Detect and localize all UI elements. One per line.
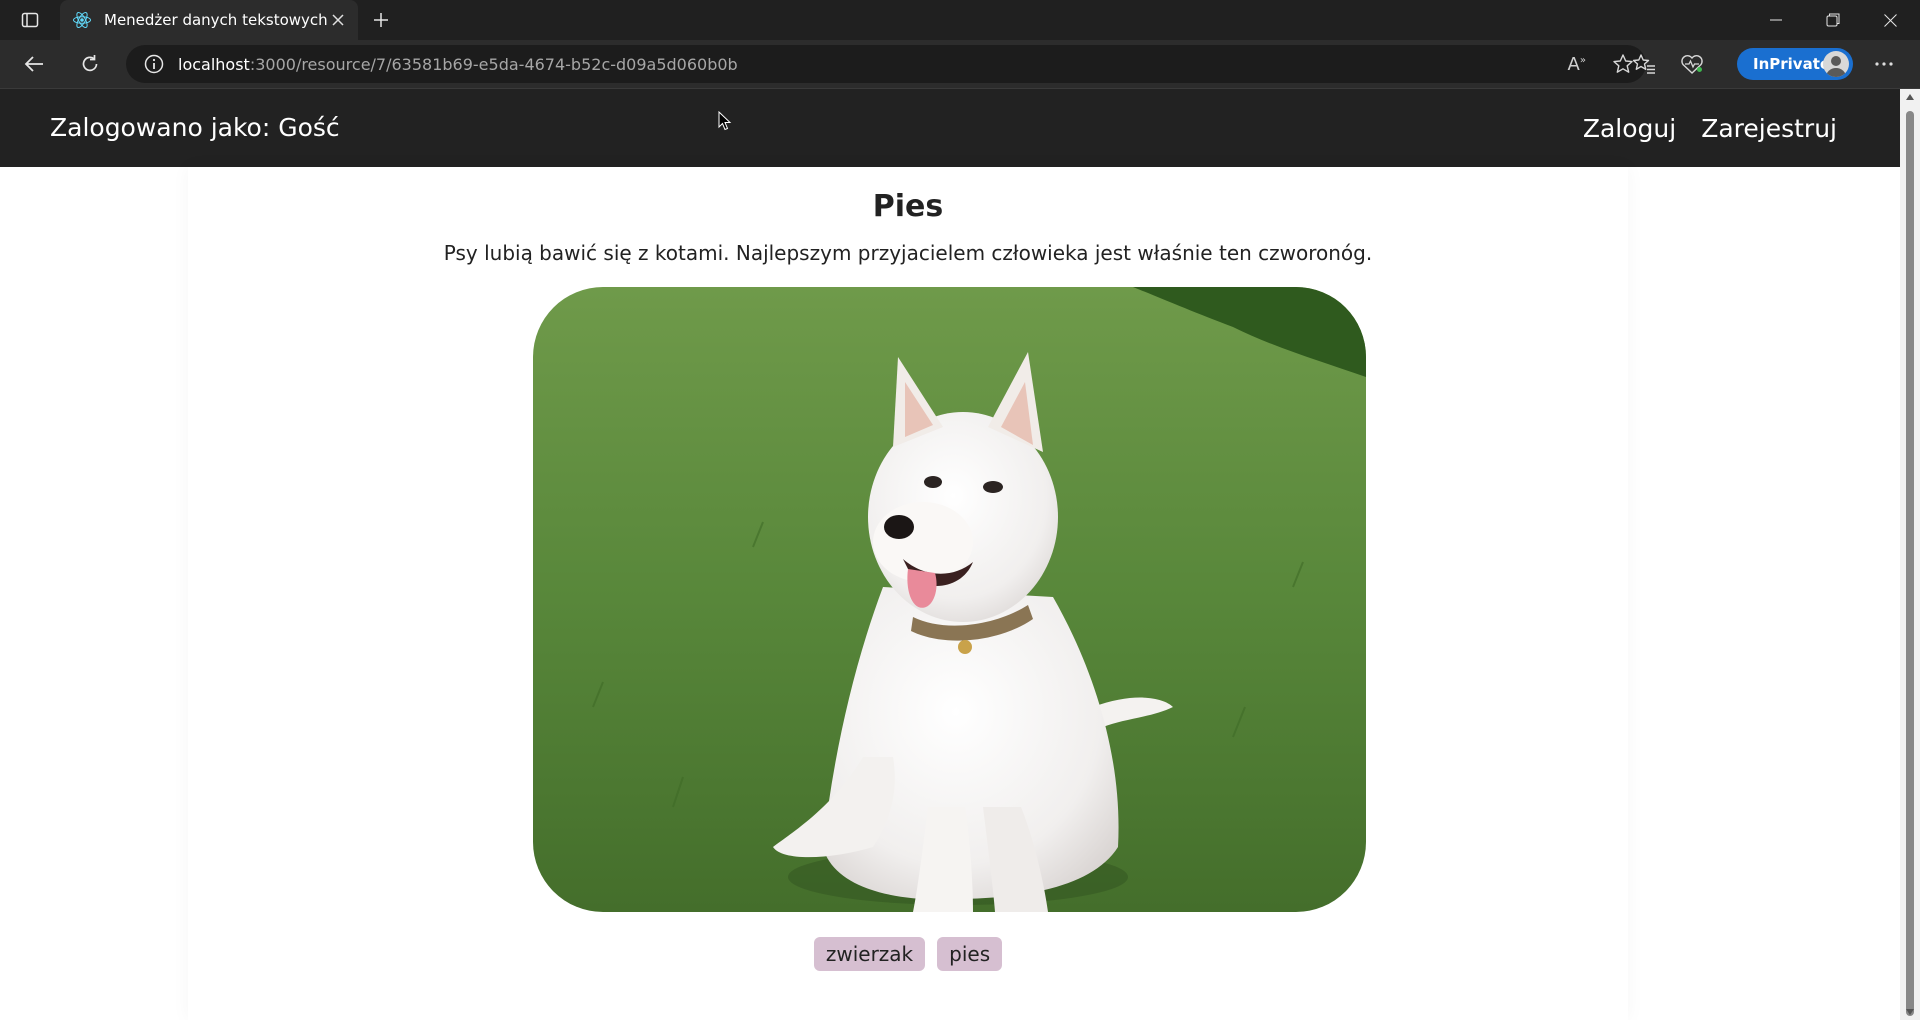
site-info-icon[interactable] (144, 54, 164, 74)
browser-essentials-icon[interactable] (1680, 53, 1704, 75)
favorite-star-icon[interactable] (1612, 53, 1634, 75)
tab-actions-icon[interactable] (10, 6, 50, 34)
url-path: :3000/resource/7/63581b69-e5da-4674-b52c… (249, 54, 738, 74)
react-favicon-icon (72, 10, 92, 30)
register-link[interactable]: Zarejestruj (1701, 114, 1837, 143)
favorites-list-icon[interactable] (1632, 53, 1656, 75)
login-link[interactable]: Zaloguj (1583, 114, 1676, 143)
tab-title: Menedżer danych tekstowych (104, 11, 328, 29)
refresh-icon[interactable] (72, 48, 108, 80)
puppy-photo-icon (533, 287, 1366, 912)
resource-title: Pies (872, 189, 944, 224)
browser-tab-bar: Menedżer danych tekstowych (0, 0, 1920, 40)
browser-tab[interactable]: Menedżer danych tekstowych (60, 0, 358, 40)
address-bar[interactable]: localhost:3000/resource/7/63581b69-e5da-… (126, 45, 1646, 83)
app-header: Zalogowano jako: Gość Zaloguj Zarejestru… (0, 89, 1900, 167)
minimize-icon[interactable] (1748, 0, 1804, 40)
mouse-cursor-icon (718, 111, 732, 131)
back-arrow-icon[interactable] (16, 48, 52, 80)
profile-avatar-icon (1823, 51, 1849, 77)
restore-icon[interactable] (1805, 0, 1861, 40)
inprivate-label: InPrivate (1753, 55, 1831, 73)
more-options-icon[interactable] (1866, 48, 1902, 80)
resource-description: Psy lubią bawić się z kotami. Najlepszym… (443, 241, 1373, 265)
tag-chip[interactable]: pies (937, 937, 1003, 971)
tag-chip[interactable]: zwierzak (813, 937, 926, 971)
inprivate-button[interactable]: InPrivate (1737, 48, 1853, 80)
scroll-up-icon[interactable] (1905, 93, 1915, 101)
logged-in-as-label: Zalogowano jako: Gość (50, 113, 340, 142)
read-aloud-icon[interactable]: A» (1568, 54, 1586, 75)
resource-image (533, 287, 1366, 912)
scroll-thumb[interactable] (1906, 111, 1914, 1016)
browser-toolbar: localhost:3000/resource/7/63581b69-e5da-… (0, 40, 1920, 89)
new-tab-icon[interactable] (366, 6, 396, 34)
resource-card: Pies Psy lubią bawić się z kotami. Najle… (188, 167, 1628, 1020)
close-tab-icon[interactable] (328, 8, 348, 32)
scroll-down-icon[interactable] (1905, 1008, 1915, 1016)
close-window-icon[interactable] (1862, 0, 1918, 40)
page-scrollbar[interactable] (1900, 89, 1920, 1020)
tag-list: zwierzak pies (188, 937, 1628, 971)
url-host: localhost (178, 54, 250, 74)
